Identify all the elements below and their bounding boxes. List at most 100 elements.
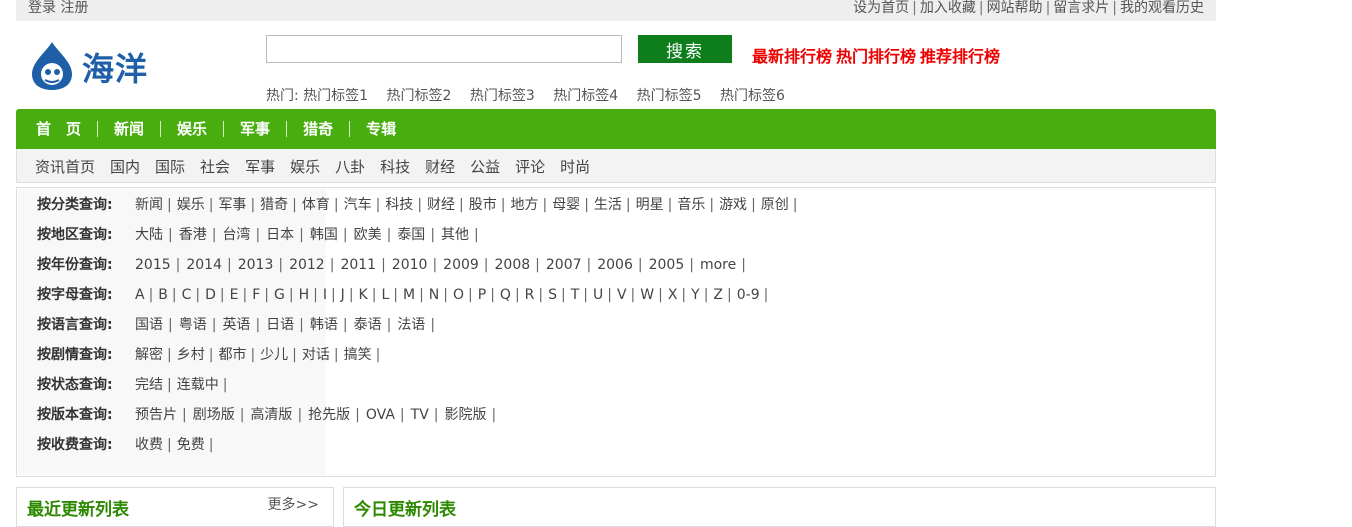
filter-option[interactable]: 法语: [397, 317, 425, 333]
nav-item-entertainment[interactable]: 娱乐: [161, 121, 225, 137]
filter-option[interactable]: 科技: [385, 197, 413, 213]
set-homepage-link[interactable]: 设为首页: [853, 0, 909, 16]
filter-option[interactable]: 汽车: [344, 197, 372, 213]
filter-option[interactable]: 军事: [218, 197, 246, 213]
filter-option[interactable]: O: [453, 287, 464, 303]
filter-option[interactable]: 解密: [135, 347, 163, 363]
filter-option[interactable]: 泰语: [354, 317, 382, 333]
filter-option[interactable]: 连载中: [177, 377, 219, 393]
subnav-item[interactable]: 社会: [200, 156, 230, 177]
filter-option[interactable]: 股市: [469, 197, 497, 213]
filter-option[interactable]: 2007: [546, 257, 582, 273]
filter-option[interactable]: P: [478, 287, 486, 303]
filter-option[interactable]: 粤语: [179, 317, 207, 333]
filter-option[interactable]: 猎奇: [260, 197, 288, 213]
subnav-item[interactable]: 科技: [380, 156, 410, 177]
filter-option[interactable]: B: [158, 287, 168, 303]
filter-option[interactable]: TV: [411, 407, 429, 423]
subnav-item[interactable]: 国际: [155, 156, 185, 177]
filter-option[interactable]: 影院版: [445, 407, 487, 423]
filter-option[interactable]: 新闻: [135, 197, 163, 213]
filter-option[interactable]: 原创: [761, 197, 789, 213]
filter-option[interactable]: 其他: [441, 227, 469, 243]
filter-option[interactable]: 2012: [289, 257, 325, 273]
filter-option[interactable]: 抢先版: [308, 407, 350, 423]
filter-option[interactable]: 地方: [510, 197, 538, 213]
filter-option[interactable]: D: [205, 287, 216, 303]
filter-option[interactable]: G: [274, 287, 285, 303]
filter-option[interactable]: 乡村: [177, 347, 205, 363]
recommend-rank-link[interactable]: 推荐排行榜: [920, 47, 1000, 66]
filter-option[interactable]: 母婴: [552, 197, 580, 213]
subnav-item[interactable]: 公益: [470, 156, 500, 177]
filter-option[interactable]: V: [617, 287, 627, 303]
filter-option[interactable]: Q: [500, 287, 511, 303]
filter-option[interactable]: 国语: [135, 317, 163, 333]
filter-option[interactable]: 剧场版: [193, 407, 235, 423]
filter-option[interactable]: 搞笑: [344, 347, 372, 363]
filter-option[interactable]: 欧美: [354, 227, 382, 243]
filter-option[interactable]: F: [252, 287, 260, 303]
filter-option[interactable]: T: [571, 287, 580, 303]
filter-option[interactable]: J: [341, 287, 345, 303]
filter-option[interactable]: 生活: [594, 197, 622, 213]
filter-option[interactable]: 免费: [177, 437, 205, 453]
filter-option[interactable]: 日本: [266, 227, 294, 243]
filter-option[interactable]: 2014: [186, 257, 222, 273]
filter-option[interactable]: 都市: [218, 347, 246, 363]
filter-option[interactable]: 日语: [266, 317, 294, 333]
filter-option[interactable]: 少儿: [260, 347, 288, 363]
filter-option[interactable]: OVA: [366, 407, 395, 423]
subnav-item[interactable]: 国内: [110, 156, 140, 177]
filter-option[interactable]: 台湾: [222, 227, 250, 243]
hot-tag[interactable]: 热门标签5: [637, 88, 702, 104]
filter-option[interactable]: 2011: [340, 257, 376, 273]
filter-option[interactable]: 香港: [179, 227, 207, 243]
login-link[interactable]: 登录: [28, 0, 56, 16]
filter-option[interactable]: 大陆: [135, 227, 163, 243]
filter-option[interactable]: 预告片: [135, 407, 177, 423]
add-favorite-link[interactable]: 加入收藏: [920, 0, 976, 16]
filter-option[interactable]: 英语: [222, 317, 250, 333]
site-logo[interactable]: 海洋: [28, 40, 158, 92]
filter-option[interactable]: 娱乐: [177, 197, 205, 213]
filter-option[interactable]: C: [182, 287, 192, 303]
filter-option[interactable]: 收费: [135, 437, 163, 453]
search-input[interactable]: [266, 35, 622, 63]
subnav-item[interactable]: 娱乐: [290, 156, 320, 177]
nav-item-albums[interactable]: 专辑: [350, 121, 412, 137]
hot-rank-link[interactable]: 热门排行榜: [836, 47, 916, 66]
hot-tag[interactable]: 热门标签2: [387, 88, 452, 104]
filter-option[interactable]: W: [640, 287, 654, 303]
filter-option[interactable]: 2010: [392, 257, 428, 273]
filter-option[interactable]: N: [429, 287, 439, 303]
search-button[interactable]: 搜索: [638, 35, 732, 63]
hot-tag[interactable]: 热门标签3: [470, 88, 535, 104]
filter-option[interactable]: K: [359, 287, 368, 303]
filter-option[interactable]: 2008: [495, 257, 531, 273]
filter-option[interactable]: 2005: [649, 257, 685, 273]
filter-option[interactable]: M: [403, 287, 415, 303]
hot-tag[interactable]: 热门标签6: [720, 88, 785, 104]
filter-option[interactable]: L: [381, 287, 389, 303]
latest-rank-link[interactable]: 最新排行榜: [752, 47, 832, 66]
subnav-item[interactable]: 资讯首页: [35, 156, 95, 177]
filter-option[interactable]: 韩国: [310, 227, 338, 243]
filter-option[interactable]: 完结: [135, 377, 163, 393]
watch-history-link[interactable]: 我的观看历史: [1120, 0, 1204, 16]
nav-item-news[interactable]: 新闻: [98, 121, 162, 137]
filter-option[interactable]: 对话: [302, 347, 330, 363]
filter-option[interactable]: Y: [691, 287, 700, 303]
filter-option[interactable]: 体育: [302, 197, 330, 213]
filter-option[interactable]: 财经: [427, 197, 455, 213]
filter-option[interactable]: more: [700, 257, 736, 273]
filter-option[interactable]: Z: [713, 287, 723, 303]
filter-option[interactable]: 明星: [636, 197, 664, 213]
filter-option[interactable]: I: [323, 287, 327, 303]
subnav-item[interactable]: 评论: [515, 156, 545, 177]
filter-option[interactable]: 泰国: [397, 227, 425, 243]
more-link[interactable]: 更多>>: [268, 494, 319, 514]
subnav-item[interactable]: 军事: [245, 156, 275, 177]
filter-option[interactable]: 韩语: [310, 317, 338, 333]
nav-item-curiosity[interactable]: 猎奇: [287, 121, 351, 137]
